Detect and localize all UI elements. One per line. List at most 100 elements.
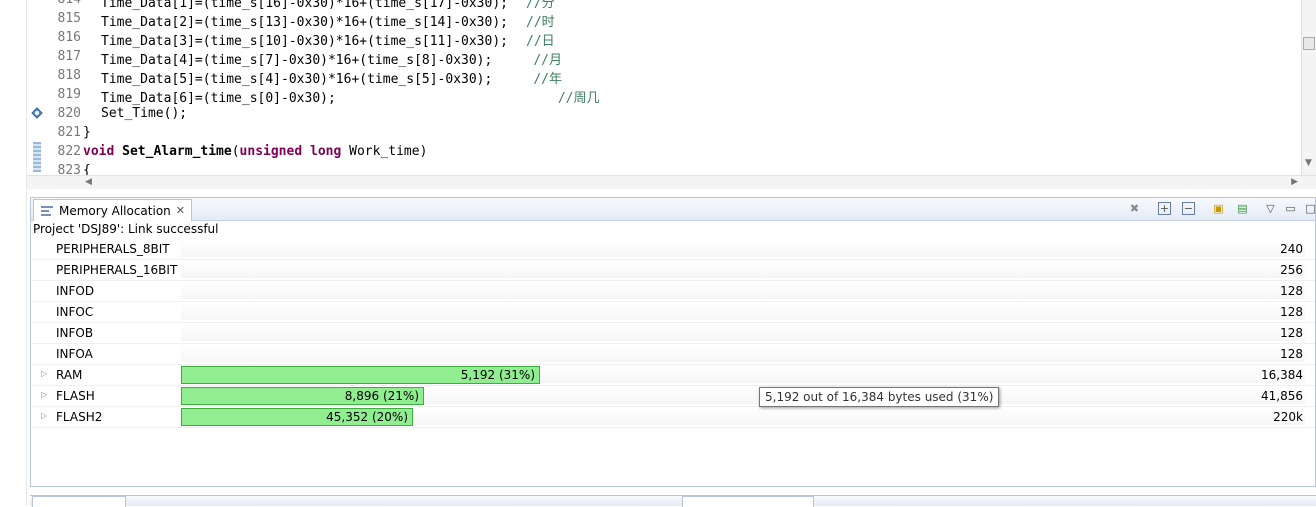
left-gutter xyxy=(0,0,27,505)
table-row[interactable]: ▷ FLASH 8,896 (21%) 41,856 xyxy=(31,386,1315,407)
line-number: 821 xyxy=(57,125,81,140)
region-name: INFOA xyxy=(56,347,93,361)
table-row[interactable]: INFOC 128 xyxy=(31,302,1315,323)
code-line: } xyxy=(83,125,91,140)
new-item-icon[interactable]: ▣ xyxy=(1212,202,1225,215)
region-name: INFOC xyxy=(56,305,94,319)
region-size: 41,856 xyxy=(1261,389,1303,403)
code-text: Time_Data[1]=(time_s[16]-0x30)*16+(time_… xyxy=(101,0,508,11)
code-line: Time_Data[6]=(time_s[0]-0x30); //周几 xyxy=(83,87,599,106)
code-function-name: Set_Alarm_time xyxy=(122,144,232,159)
usage-tooltip: 5,192 out of 16,384 bytes used (31%) xyxy=(759,387,1000,407)
table-row[interactable]: ▷ FLASH2 45,352 (20%) 220k xyxy=(31,407,1315,428)
region-size: 220k xyxy=(1273,410,1303,424)
code-text: Time_Data[3]=(time_s[10]-0x30)*16+(time_… xyxy=(101,34,508,49)
code-comment: //年 xyxy=(533,72,562,87)
editor-ruler xyxy=(27,0,47,175)
region-size: 128 xyxy=(1280,284,1303,298)
view-menu-icon[interactable]: ▽ xyxy=(1264,202,1277,215)
region-name: PERIPHERALS_8BIT xyxy=(56,242,170,256)
region-name: PERIPHERALS_16BIT xyxy=(56,263,178,277)
usage-bar: 5,192 (31%) xyxy=(181,366,540,384)
build-status: Project 'DSJ89': Link successful xyxy=(33,222,219,236)
code-text: } xyxy=(83,125,91,140)
region-name: INFOB xyxy=(56,326,94,340)
expand-all-icon[interactable]: + xyxy=(1158,202,1171,215)
code-line: void Set_Alarm_time(unsigned long Work_t… xyxy=(83,144,427,159)
change-marker xyxy=(33,142,41,172)
line-number: 816 xyxy=(57,30,81,45)
table-row[interactable]: INFOD 128 xyxy=(31,281,1315,302)
code-comment: //日 xyxy=(526,34,555,49)
maximize-icon[interactable]: □ xyxy=(1304,202,1316,215)
code-text: Time_Data[5]=(time_s[4]-0x30)*16+(time_s… xyxy=(101,72,493,87)
code-line: Time_Data[2]=(time_s[13]-0x30)*16+(time_… xyxy=(83,11,555,30)
line-number: 822 xyxy=(57,144,81,159)
code-text: Time_Data[4]=(time_s[7]-0x30)*16+(time_s… xyxy=(101,53,493,68)
scroll-down-arrow-icon[interactable]: ▼ xyxy=(1305,158,1312,168)
region-size: 128 xyxy=(1280,326,1303,340)
usage-bar: 8,896 (21%) xyxy=(181,387,424,405)
line-number: 820 xyxy=(57,106,81,121)
bottom-view-tab-bar xyxy=(30,495,1316,507)
code-editor[interactable]: 814 Time_Data[1]=(time_s[16]-0x30)*16+(t… xyxy=(27,0,1316,189)
line-number: 819 xyxy=(57,87,81,102)
memory-allocation-view: Memory Allocation ✕ ✖ + − ▣ ▤ ▽ ▭ □ Proj… xyxy=(30,197,1316,487)
region-name: FLASH2 xyxy=(56,410,103,424)
usage-bar: 45,352 (20%) xyxy=(181,408,413,426)
expand-arrow-icon[interactable]: ▷ xyxy=(41,411,47,420)
code-comment: //月 xyxy=(533,53,562,68)
usage-track xyxy=(181,240,1305,257)
code-line: Time_Data[4]=(time_s[7]-0x30)*16+(time_s… xyxy=(83,49,562,68)
table-row[interactable]: PERIPHERALS_8BIT 240 xyxy=(31,239,1315,260)
tab-label: Memory Allocation xyxy=(59,203,171,218)
export-icon[interactable]: ▤ xyxy=(1236,202,1249,215)
region-size: 16,384 xyxy=(1261,368,1303,382)
collapse-all-icon[interactable]: − xyxy=(1182,202,1195,215)
remove-icon[interactable]: ✖ xyxy=(1128,202,1141,215)
tab-memory-allocation[interactable]: Memory Allocation ✕ xyxy=(33,199,192,221)
table-row[interactable]: PERIPHERALS_16BIT 256 xyxy=(31,260,1315,281)
region-size: 128 xyxy=(1280,347,1303,361)
usage-track xyxy=(181,282,1305,299)
scroll-right-arrow-icon[interactable]: ▶ xyxy=(1291,177,1298,187)
usage-track xyxy=(181,324,1305,341)
region-size: 256 xyxy=(1280,263,1303,277)
editor-horizontal-scrollbar[interactable]: ◀ ▶ xyxy=(27,175,1316,189)
code-line: Time_Data[5]=(time_s[4]-0x30)*16+(time_s… xyxy=(83,68,562,87)
editor-vertical-scrollbar[interactable]: ▼ xyxy=(1301,0,1316,175)
code-comment: //时 xyxy=(526,15,555,30)
close-tab-icon[interactable]: ✕ xyxy=(176,204,185,217)
breakpoint-marker-icon[interactable] xyxy=(31,107,43,119)
code-comment: //周几 xyxy=(557,91,600,106)
view-tab-bar: Memory Allocation ✕ ✖ + − ▣ ▤ ▽ ▭ □ xyxy=(31,198,1316,221)
table-row[interactable]: INFOA 128 xyxy=(31,344,1315,365)
tab-console[interactable] xyxy=(32,496,126,507)
minimize-icon[interactable]: ▭ xyxy=(1284,202,1297,215)
region-size: 128 xyxy=(1280,305,1303,319)
code-keyword: unsigned long xyxy=(239,144,342,159)
expand-arrow-icon[interactable]: ▷ xyxy=(41,369,47,378)
table-row[interactable]: ▷ RAM 5,192 (31%) 16,384 xyxy=(31,365,1315,386)
region-size: 240 xyxy=(1280,242,1303,256)
expand-arrow-icon[interactable]: ▷ xyxy=(41,390,47,399)
usage-track xyxy=(181,261,1305,278)
code-line: Time_Data[3]=(time_s[10]-0x30)*16+(time_… xyxy=(83,30,555,49)
code-keyword: void xyxy=(83,144,115,159)
code-line: Set_Time(); xyxy=(83,106,187,121)
code-text: Work_time) xyxy=(341,144,428,159)
memory-table: PERIPHERALS_8BIT 240 PERIPHERALS_16BIT 2… xyxy=(31,239,1315,428)
tab-problems[interactable] xyxy=(682,496,814,507)
code-text: ( xyxy=(231,144,240,159)
line-number: 817 xyxy=(57,49,81,64)
region-name: FLASH xyxy=(56,389,95,403)
line-number: 818 xyxy=(57,68,81,83)
line-number: 814 xyxy=(51,0,81,7)
memory-allocation-icon xyxy=(41,205,53,216)
scrollbar-thumb[interactable] xyxy=(1303,37,1315,50)
code-text: Set_Time(); xyxy=(101,106,188,121)
scroll-left-arrow-icon[interactable]: ◀ xyxy=(85,177,92,187)
table-row[interactable]: INFOB 128 xyxy=(31,323,1315,344)
region-name: INFOD xyxy=(56,284,95,298)
line-number: 815 xyxy=(57,11,81,26)
